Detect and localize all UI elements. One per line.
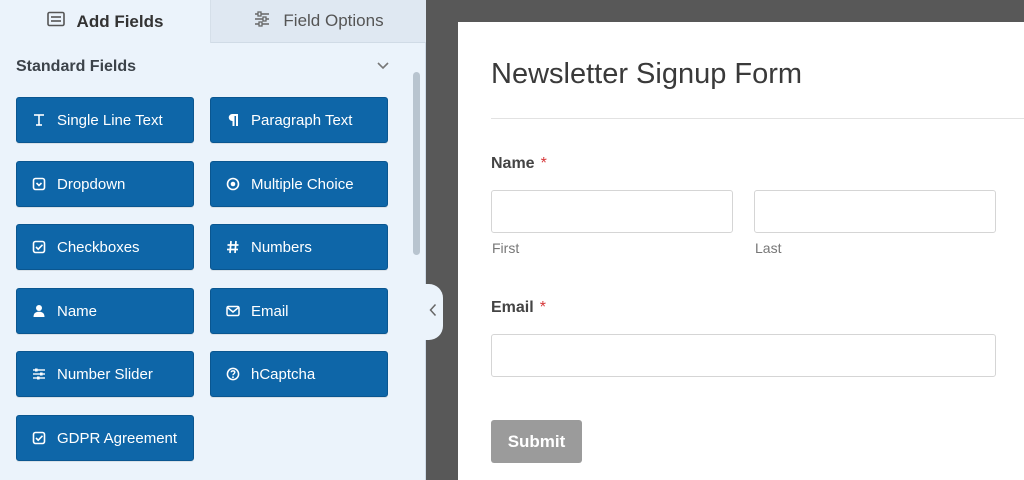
tab-field-options-label: Field Options (283, 11, 384, 30)
checkbox-icon (31, 430, 47, 446)
field-button-label: Paragraph Text (251, 111, 353, 129)
field-button-label: Checkboxes (57, 238, 140, 256)
field-button-numbers[interactable]: Numbers (210, 224, 388, 270)
chevron-down-icon[interactable] (376, 58, 390, 76)
pilcrow-icon (225, 112, 241, 128)
field-button-label: GDPR Agreement (57, 429, 178, 447)
field-button-number-slider[interactable]: Number Slider (16, 351, 194, 397)
field-button-label: Email (251, 302, 289, 320)
field-button-label: Single Line Text (57, 111, 163, 129)
submit-button[interactable]: Submit (491, 420, 582, 463)
name-label-text: Name (491, 155, 535, 172)
field-button-label: Dropdown (57, 175, 126, 193)
required-mark: * (540, 155, 547, 172)
checkbox-icon (31, 239, 47, 255)
sliders-icon (31, 366, 47, 382)
field-button-label: Name (57, 302, 98, 320)
panel-tabs: Add Fields Field Options (0, 0, 426, 43)
list-icon (46, 11, 65, 32)
user-icon (31, 303, 47, 319)
last-sublabel: Last (755, 240, 782, 256)
field-button-label: Number Slider (57, 365, 153, 383)
envelope-icon (225, 303, 241, 319)
name-field-label: Name * (491, 155, 547, 173)
section-title: Standard Fields (16, 58, 137, 75)
chevron-left-icon (429, 303, 437, 322)
email-label-text: Email (491, 299, 534, 316)
field-button-dropdown[interactable]: Dropdown (16, 161, 194, 207)
email-field-label: Email * (491, 299, 546, 317)
field-button-paragraph-text[interactable]: Paragraph Text (210, 97, 388, 143)
title-divider (491, 118, 1024, 119)
tab-add-fields[interactable]: Add Fields (0, 0, 211, 43)
standard-fields-header[interactable]: Standard Fields (16, 56, 390, 78)
panel-scrollbar[interactable] (413, 72, 420, 255)
field-button-label: Numbers (251, 238, 312, 256)
required-mark: * (539, 299, 546, 316)
dropdown-icon (31, 176, 47, 192)
tab-field-options[interactable]: Field Options (211, 0, 426, 43)
field-button-label: hCaptcha (251, 365, 316, 383)
field-button-email[interactable]: Email (210, 288, 388, 334)
first-name-input[interactable] (491, 190, 733, 233)
last-name-input[interactable] (754, 190, 996, 233)
field-button-gdpr-agreement[interactable]: GDPR Agreement (16, 415, 194, 461)
form-preview: Newsletter Signup Form Name * First Last … (458, 22, 1024, 480)
first-sublabel: First (492, 240, 520, 256)
field-button-hcaptcha[interactable]: hCaptcha (210, 351, 388, 397)
field-button-checkboxes[interactable]: Checkboxes (16, 224, 194, 270)
sliders-icon (253, 10, 271, 32)
field-button-name[interactable]: Name (16, 288, 194, 334)
tab-add-fields-label: Add Fields (76, 11, 164, 31)
form-title: Newsletter Signup Form (491, 58, 803, 90)
fields-panel: Add Fields Field Options Standard Fields… (0, 0, 426, 480)
field-button-label: Multiple Choice (251, 175, 354, 193)
text-cursor-icon (31, 112, 47, 128)
field-button-multiple-choice[interactable]: Multiple Choice (210, 161, 388, 207)
field-button-single-line-text[interactable]: Single Line Text (16, 97, 194, 143)
hash-icon (225, 239, 241, 255)
collapse-panel-toggle[interactable] (423, 284, 443, 340)
question-circle-icon (225, 366, 241, 382)
email-input[interactable] (491, 334, 996, 377)
radio-icon (225, 176, 241, 192)
